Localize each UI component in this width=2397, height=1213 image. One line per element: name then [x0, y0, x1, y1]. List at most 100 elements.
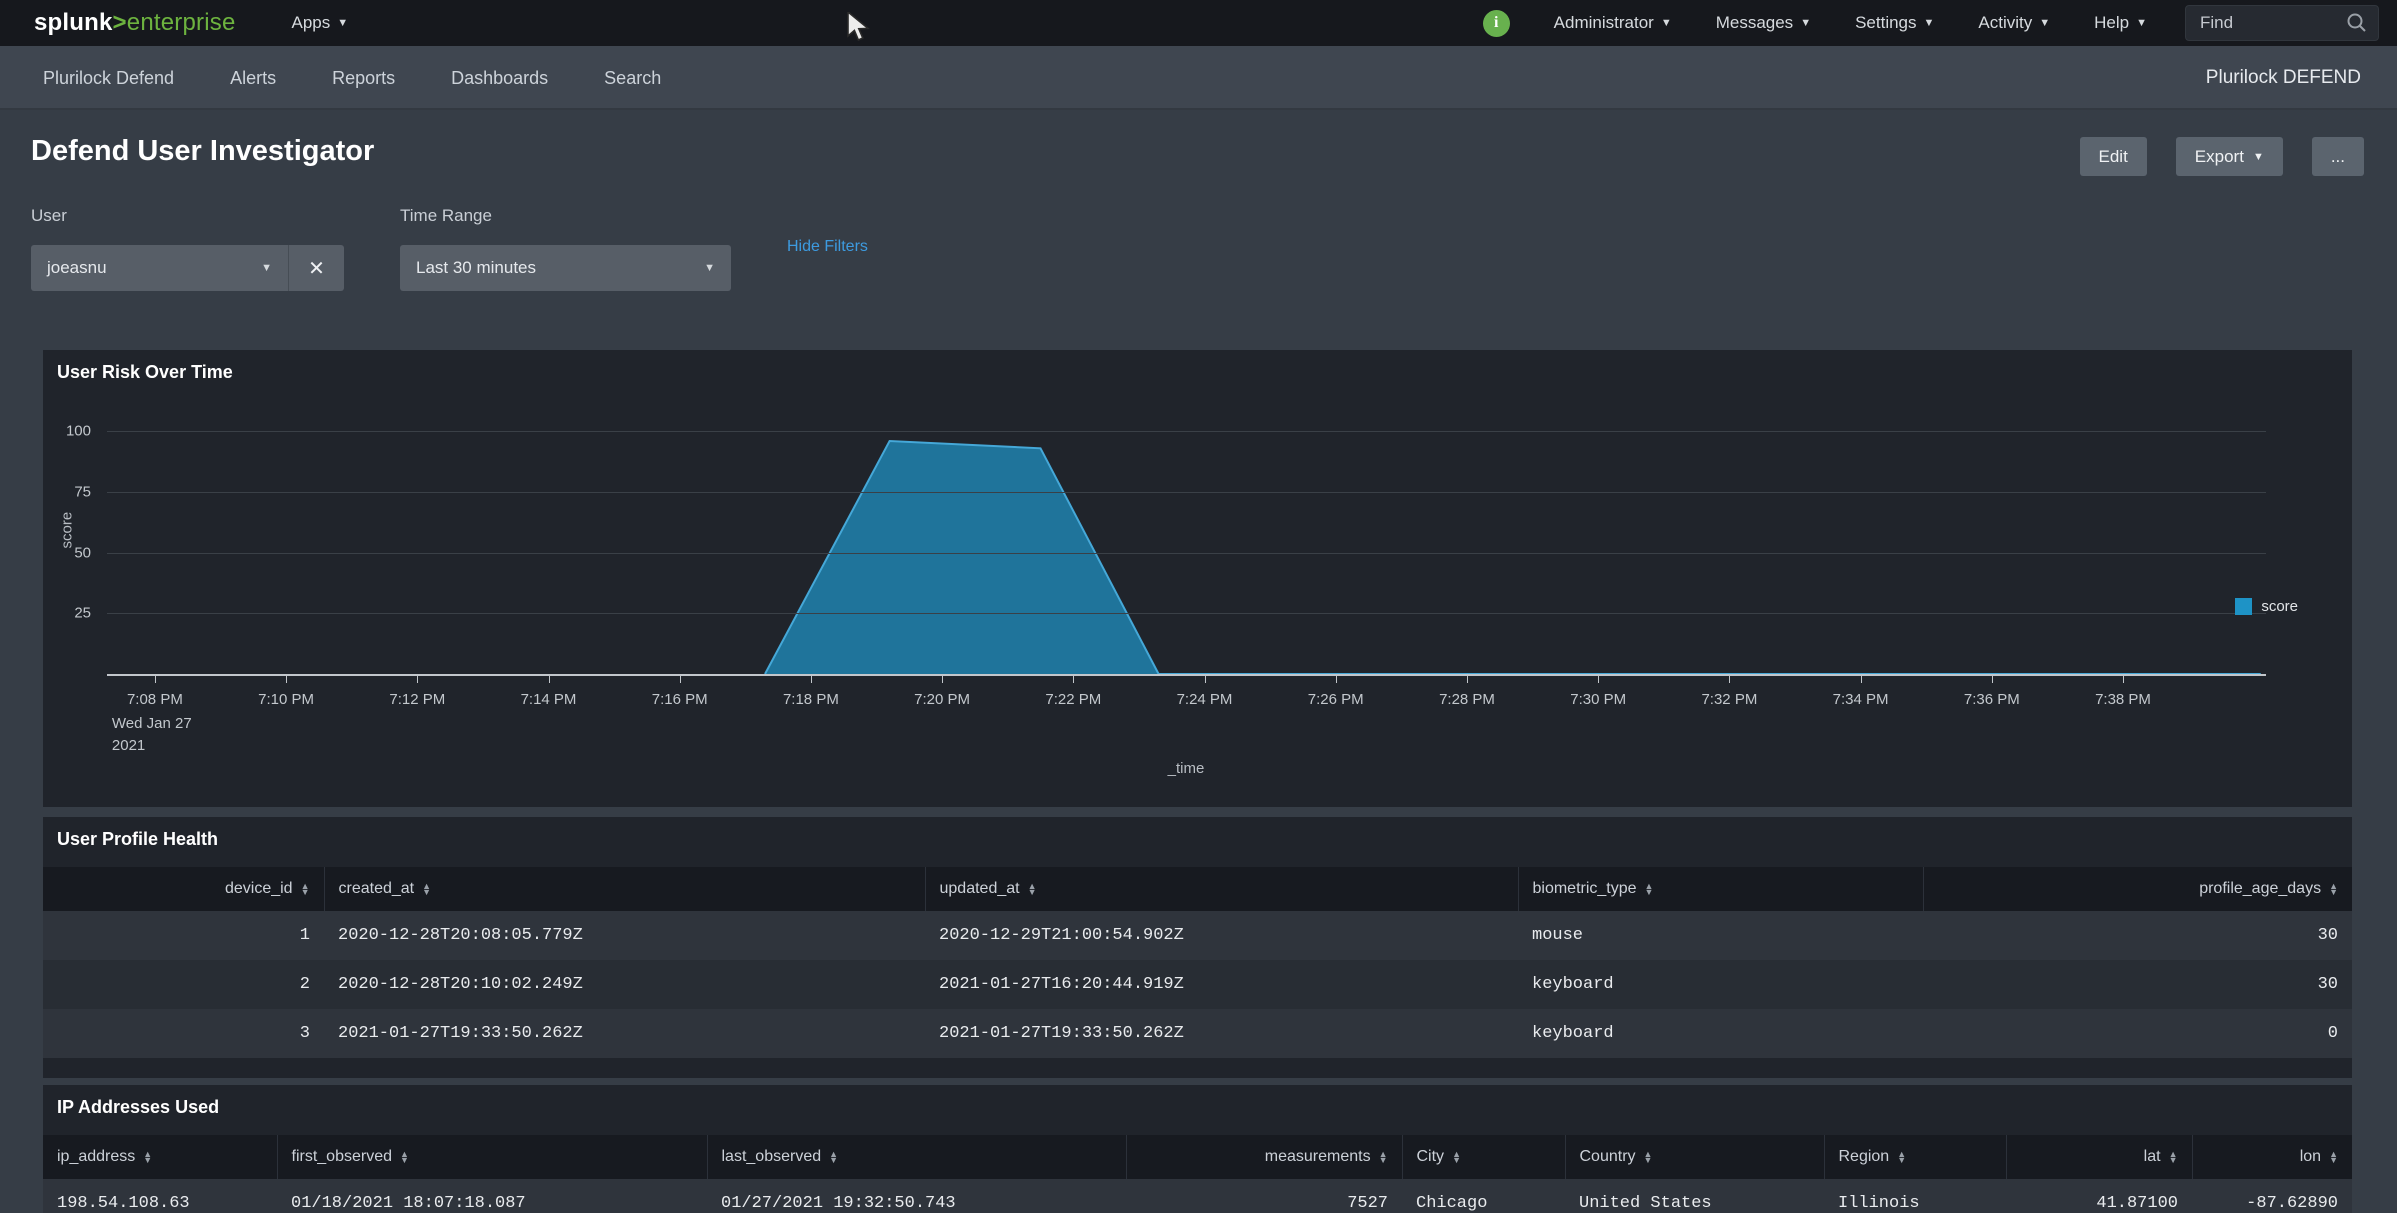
column-header-label: profile_age_days	[2199, 880, 2321, 898]
table-row: 12020-12-28T20:08:05.779Z2020-12-29T21:0…	[43, 911, 2352, 960]
x-tick	[1467, 676, 1468, 683]
info-icon[interactable]: i	[1483, 10, 1510, 37]
ip-addresses-table: ip_address▲▼first_observed▲▼last_observe…	[43, 1135, 2352, 1213]
time-range-dropdown[interactable]: Last 30 minutes ▼	[400, 245, 731, 291]
x-axis-line	[107, 674, 2266, 676]
cell-created_at: 2021-01-27T19:33:50.262Z	[324, 1009, 925, 1058]
apps-menu-label: Apps	[292, 13, 331, 33]
time-range-value: Last 30 minutes	[416, 258, 536, 278]
messages-menu[interactable]: Messages▼	[1716, 13, 1811, 33]
column-header-label: updated_at	[940, 880, 1020, 898]
column-header-biometric_type[interactable]: biometric_type▲▼	[1518, 867, 1923, 911]
settings-menu-label: Settings	[1855, 13, 1916, 33]
edit-button-label: Edit	[2099, 147, 2128, 167]
legend-swatch-score[interactable]	[2235, 598, 2252, 615]
user-filter-dropdown[interactable]: joeasnu ▼	[31, 245, 288, 291]
sort-icon[interactable]: ▲▼	[422, 883, 431, 895]
sort-icon[interactable]: ▲▼	[2329, 883, 2338, 895]
panel-title-ip-addresses: IP Addresses Used	[57, 1097, 219, 1118]
app-title-label: Plurilock DEFEND	[2206, 67, 2361, 89]
legend-label-score: score	[2261, 598, 2298, 615]
x-tick-label: 7:12 PM	[389, 691, 445, 708]
search-icon	[2346, 12, 2368, 39]
more-actions-button[interactable]: ...	[2312, 137, 2364, 176]
splunk-logo[interactable]: splunk>enterprise	[34, 9, 236, 37]
sort-icon[interactable]: ▲▼	[1645, 883, 1654, 895]
nav-item-alerts[interactable]: Alerts	[230, 68, 276, 89]
hide-filters-link[interactable]: Hide Filters	[787, 238, 868, 256]
x-tick	[1992, 676, 1993, 683]
sort-icon[interactable]: ▲▼	[2329, 1151, 2338, 1163]
sort-icon[interactable]: ▲▼	[2169, 1151, 2178, 1163]
column-header-ip_address[interactable]: ip_address ▲▼	[43, 1135, 277, 1179]
cell-biometric_type: keyboard	[1518, 960, 1923, 1009]
cell-profile_age_days: 30	[1923, 960, 2352, 1009]
column-header-created_at[interactable]: created_at▲▼	[324, 867, 925, 911]
cell-created_at: 2020-12-28T20:10:02.249Z	[324, 960, 925, 1009]
column-header-city[interactable]: City▲▼	[1402, 1135, 1565, 1179]
column-header-lon[interactable]: lon▲▼	[2192, 1135, 2352, 1179]
column-header-label: first_observed	[292, 1148, 393, 1166]
administrator-menu[interactable]: Administrator▼	[1554, 13, 1672, 33]
column-header-lat[interactable]: lat ▲▼	[2006, 1135, 2192, 1179]
x-tick-label: 7:30 PM	[1570, 691, 1626, 708]
sort-icon[interactable]: ▲▼	[400, 1151, 409, 1163]
sort-icon[interactable]: ▲▼	[1452, 1151, 1461, 1163]
export-button[interactable]: Export▼	[2176, 137, 2283, 176]
x-tick-label: 7:20 PM	[914, 691, 970, 708]
column-header-label: ip_address	[57, 1148, 135, 1166]
cell-last_observed: 01/27/2021 19:32:50.743	[707, 1179, 1126, 1213]
column-header-last_observed[interactable]: last_observed▲▼	[707, 1135, 1126, 1179]
nav-item-search[interactable]: Search	[604, 68, 661, 89]
table-header-row: device_id▲▼created_at▲▼updated_at▲▼biome…	[43, 867, 2352, 911]
time-range-filter-label: Time Range	[400, 206, 731, 227]
sort-icon[interactable]: ▲▼	[1897, 1151, 1906, 1163]
column-header-updated_at[interactable]: updated_at ▲▼	[925, 867, 1518, 911]
time-range-filter: Time Range Last 30 minutes ▼	[400, 206, 731, 291]
sort-icon[interactable]: ▲▼	[829, 1151, 838, 1163]
filters-row: User joeasnu ▼ ✕ Time Range Last 30 minu…	[31, 206, 2364, 291]
x-tick	[1205, 676, 1206, 683]
x-tick	[811, 676, 812, 683]
sort-icon[interactable]: ▲▼	[1644, 1151, 1653, 1163]
user-filter-label: User	[31, 206, 344, 227]
cell-profile_age_days: 0	[1923, 1009, 2352, 1058]
cell-updated_at: 2021-01-27T16:20:44.919Z	[925, 960, 1518, 1009]
x-tick-label: 7:38 PM	[2095, 691, 2151, 708]
table-row: 32021-01-27T19:33:50.262Z2021-01-27T19:3…	[43, 1009, 2352, 1058]
sort-icon[interactable]: ▲▼	[301, 883, 310, 895]
nav-item-reports[interactable]: Reports	[332, 68, 395, 89]
chevron-down-icon: ▼	[337, 17, 348, 29]
column-header-label: lat	[2144, 1148, 2161, 1166]
table-header-row: ip_address▲▼first_observed▲▼last_observe…	[43, 1135, 2352, 1179]
x-axis-date-context: Wed Jan 272021	[112, 713, 192, 757]
column-header-country[interactable]: Country▲▼	[1565, 1135, 1824, 1179]
nav-item-dashboards[interactable]: Dashboards	[451, 68, 548, 89]
sort-icon[interactable]: ▲▼	[1379, 1151, 1388, 1163]
column-header-first_observed[interactable]: first_observed ▲▼	[277, 1135, 707, 1179]
edit-button[interactable]: Edit	[2080, 137, 2147, 176]
column-header-label: measurements	[1265, 1148, 1371, 1166]
logo-splunk-text: splunk	[34, 9, 113, 36]
column-header-profile_age_days[interactable]: profile_age_days ▲▼	[1923, 867, 2352, 911]
column-header-region[interactable]: Region▲▼	[1824, 1135, 2006, 1179]
column-header-measurements[interactable]: measurements ▲▼	[1126, 1135, 1402, 1179]
column-header-device_id[interactable]: device_id▲▼	[43, 867, 324, 911]
grid-line	[107, 613, 2266, 614]
cell-updated_at: 2021-01-27T19:33:50.262Z	[925, 1009, 1518, 1058]
nav-item-plurilock-defend[interactable]: Plurilock Defend	[43, 68, 174, 89]
x-tick	[549, 676, 550, 683]
apps-menu[interactable]: Apps ▼	[292, 13, 349, 33]
activity-menu[interactable]: Activity▼	[1978, 13, 2050, 33]
settings-menu[interactable]: Settings▼	[1855, 13, 1934, 33]
administrator-menu-label: Administrator	[1554, 13, 1654, 33]
help-menu[interactable]: Help▼	[2094, 13, 2147, 33]
chevron-down-icon: ▼	[1800, 17, 1811, 29]
grid-line	[107, 431, 2266, 432]
user-filter-clear-button[interactable]: ✕	[288, 245, 344, 291]
x-tick	[1073, 676, 1074, 683]
sort-icon[interactable]: ▲▼	[143, 1151, 152, 1163]
sort-icon[interactable]: ▲▼	[1028, 883, 1037, 895]
x-tick	[286, 676, 287, 683]
user-risk-panel: User Risk Over Time score 255075100 7:08…	[43, 350, 2352, 807]
